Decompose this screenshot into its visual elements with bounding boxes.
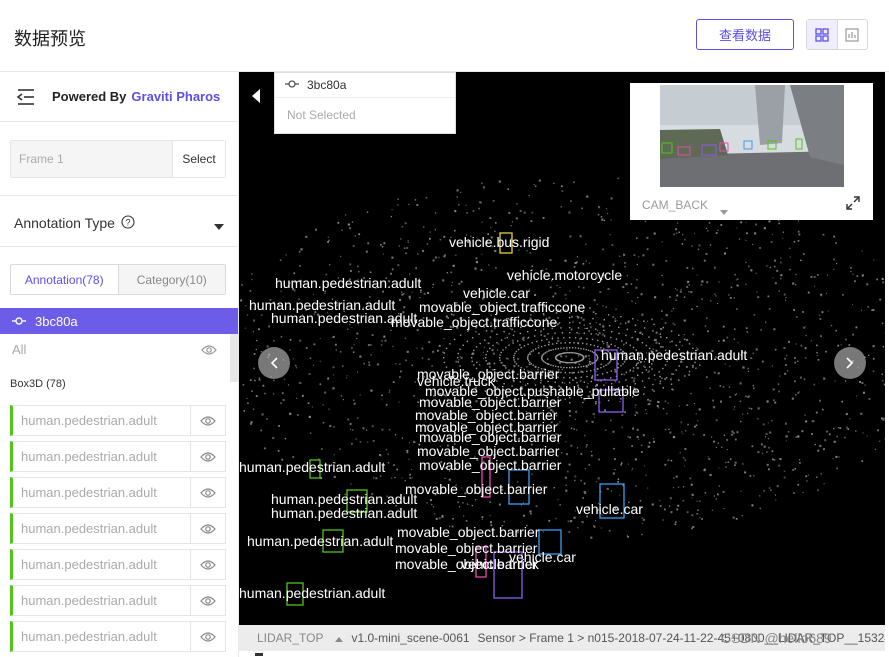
list-item[interactable]: human.pedestrian.adult — [10, 585, 226, 616]
eye-icon[interactable] — [191, 451, 225, 463]
chart-icon[interactable] — [838, 20, 868, 49]
view-mode-toggle — [806, 19, 868, 50]
group-label: Box3D (78) — [10, 378, 66, 390]
annotation-tabs: Annotation(78) Category(10) — [10, 264, 226, 295]
caret-down-icon[interactable] — [720, 202, 728, 220]
timeline-track[interactable] — [239, 651, 885, 657]
annotation-label: human.pedestrian.adult — [239, 585, 385, 601]
list-item-label: human.pedestrian.adult — [13, 586, 191, 615]
eye-icon[interactable] — [191, 415, 225, 427]
all-row: All — [0, 334, 230, 382]
eye-icon[interactable] — [191, 631, 225, 643]
frame-select-button[interactable]: Select — [173, 141, 225, 177]
list-item-label: human.pedestrian.adult — [13, 478, 191, 507]
watermark: CSDN @hello689 — [721, 630, 832, 646]
annotation-label: human.pedestrian.adult — [601, 347, 747, 363]
annotation-label: movable_object.barrier — [397, 524, 540, 540]
selected-commit-label: 3bc80a — [35, 313, 78, 329]
list-item[interactable]: human.pedestrian.adult — [10, 405, 226, 436]
annotation-label: human.pedestrian.adult — [239, 459, 385, 475]
eye-icon[interactable] — [191, 523, 225, 535]
not-selected-text: Not Selected — [287, 108, 356, 122]
annotation-label: movable_object.barrier — [405, 481, 548, 497]
scrollbar-thumb[interactable] — [230, 334, 238, 382]
camera-label[interactable]: CAM_BACK — [642, 198, 708, 212]
timeline-handle[interactable] — [255, 653, 263, 656]
commit-label: 3bc80a — [307, 78, 347, 92]
svg-text:?: ? — [125, 217, 130, 227]
list-item[interactable]: human.pedestrian.adult — [10, 441, 226, 472]
page-title: 数据预览 — [14, 29, 86, 49]
selected-commit-item[interactable]: 3bc80a — [0, 308, 238, 334]
list-item-label: human.pedestrian.adult — [13, 622, 191, 651]
camera-image[interactable] — [660, 85, 844, 187]
list-item[interactable]: human.pedestrian.adult — [10, 549, 226, 580]
list-item-label: human.pedestrian.adult — [13, 514, 191, 543]
help-icon[interactable]: ? — [121, 214, 135, 232]
view-data-button[interactable]: 查看数据 — [696, 19, 794, 50]
annotation-type-dropdown[interactable]: Annotation Type ? — [14, 213, 224, 233]
list-item-label: human.pedestrian.adult — [13, 550, 191, 579]
commit-icon — [12, 314, 26, 329]
commit-row[interactable]: 3bc80a — [275, 73, 455, 98]
eye-icon[interactable] — [201, 344, 217, 359]
annotation-label: vehicle.truck — [461, 556, 540, 572]
powered-by-text: Powered By — [52, 89, 127, 104]
divider — [0, 246, 238, 247]
annotation-label: vehicle.motorcycle — [507, 267, 622, 283]
list-item-label: human.pedestrian.adult — [13, 442, 191, 471]
list-item[interactable]: human.pedestrian.adult — [10, 513, 226, 544]
annotation-label: human.pedestrian.adult — [247, 533, 393, 549]
annotation-label: vehicle.bus.rigid — [449, 234, 549, 250]
grid-icon[interactable] — [807, 20, 838, 49]
camera-preview: CAM_BACK — [630, 83, 873, 220]
brand-name[interactable]: Graviti Pharos — [131, 89, 220, 104]
eye-icon[interactable] — [191, 559, 225, 571]
eye-icon[interactable] — [191, 595, 225, 607]
tab-category[interactable]: Category(10) — [118, 265, 225, 294]
annotation-label: movable_object.barrier — [419, 457, 562, 473]
frame-input[interactable] — [11, 141, 173, 177]
collapse-panel-icon[interactable] — [251, 89, 261, 108]
prev-frame-button[interactable] — [258, 347, 290, 379]
annotation-label: human.pedestrian.adult — [271, 505, 417, 521]
collapse-sidebar-icon[interactable] — [0, 88, 52, 106]
frame-selector: Select — [10, 140, 226, 178]
all-label: All — [12, 342, 27, 357]
commit-icon — [285, 78, 299, 92]
sensor-name[interactable]: LIDAR_TOP — [257, 631, 323, 645]
caret-down-icon — [214, 217, 224, 233]
scene-name: v1.0-mini_scene-0061 — [351, 631, 470, 645]
divider — [0, 195, 238, 196]
annotation-type-label: Annotation Type — [14, 215, 115, 231]
annotation-label: movable_object.trafficcone — [391, 314, 557, 330]
list-item[interactable]: human.pedestrian.adult — [10, 477, 226, 508]
annotation-label: vehicle.car — [576, 501, 643, 517]
tab-annotation[interactable]: Annotation(78) — [11, 265, 119, 294]
caret-up-icon[interactable] — [335, 631, 344, 645]
sidebar: Powered By Graviti Pharos Select Annotat… — [0, 72, 239, 657]
list-item-label: human.pedestrian.adult — [13, 406, 191, 435]
annotation-list: human.pedestrian.adult human.pedestrian.… — [10, 405, 226, 657]
expand-icon[interactable] — [846, 196, 860, 215]
top-header: 数据预览 查看数据 — [0, 0, 889, 72]
eye-icon[interactable] — [191, 487, 225, 499]
point-cloud-viewer[interactable]: vehicle.bus.rigid vehicle.motorcycle human… — [239, 72, 885, 657]
annotation-label: human.pedestrian.adult — [275, 275, 421, 291]
annotation-label: movable_object.trafficcone — [419, 299, 585, 315]
commit-dropdown[interactable]: 3bc80a Not Selected — [274, 72, 456, 134]
powered-by-bar: Powered By Graviti Pharos — [0, 72, 238, 122]
list-item[interactable]: human.pedestrian.adult — [10, 621, 226, 652]
next-frame-button[interactable] — [834, 347, 866, 379]
